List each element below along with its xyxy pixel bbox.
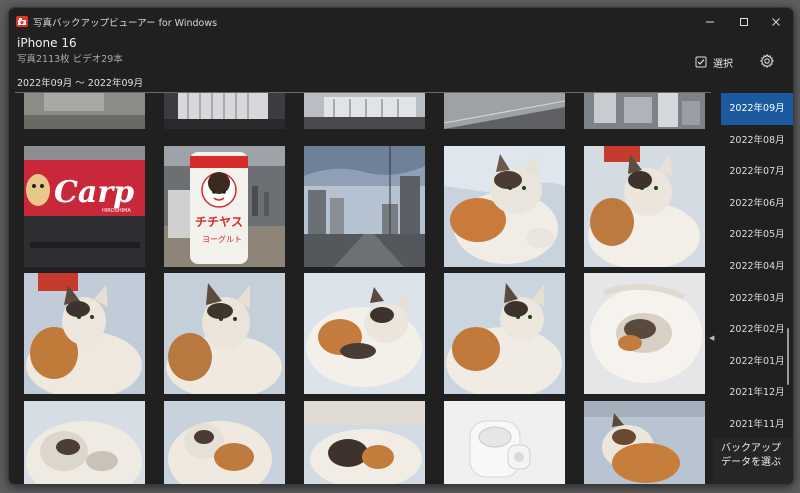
device-stats: 写真2113枚 ビデオ29本 — [17, 54, 123, 65]
gear-icon — [759, 53, 775, 69]
photo-thumbnail[interactable] — [304, 273, 425, 394]
photo-thumbnail[interactable] — [304, 93, 425, 129]
photo-thumbnail[interactable] — [304, 146, 425, 267]
sign-brand-text: Carp — [54, 175, 134, 210]
close-button[interactable] — [759, 8, 793, 36]
photo-thumbnail[interactable] — [164, 273, 285, 394]
date-range: 2022年09月 〜 2022年09月 — [17, 78, 144, 89]
close-icon — [772, 18, 780, 26]
photo-thumbnail[interactable] — [24, 273, 145, 394]
checkbox-icon — [695, 56, 707, 68]
scroll-arrow-icon[interactable]: ◀ — [709, 334, 714, 342]
photo-app-icon — [16, 16, 28, 27]
month-item[interactable]: 2022年04月 — [721, 251, 793, 283]
month-item[interactable]: 2022年05月 — [721, 219, 793, 251]
window-title: 写真バックアップビューアー for Windows — [33, 18, 218, 29]
photo-thumbnail[interactable] — [444, 93, 565, 129]
minimize-icon — [706, 21, 714, 23]
month-item[interactable]: 2021年12月 — [721, 377, 793, 409]
photo-thumbnail[interactable] — [584, 401, 705, 484]
month-item[interactable]: 2021年11月 — [721, 409, 793, 438]
photo-thumbnail[interactable] — [584, 93, 705, 129]
bottle-label-line1: チチヤス — [195, 215, 243, 229]
bottle-label-line2: ヨーグルト — [202, 234, 242, 244]
photo-grid[interactable]: Carp HIROSHIMA チチヤス ヨーグルト — [9, 93, 719, 484]
photo-thumbnail[interactable] — [164, 93, 285, 129]
month-item[interactable]: 2022年02月 — [721, 314, 793, 346]
device-name: iPhone 16 — [17, 36, 77, 50]
select-label: 選択 — [713, 58, 733, 70]
photo-thumbnail[interactable] — [444, 146, 565, 267]
title-bar[interactable]: 写真バックアップビューアー for Windows — [9, 8, 793, 36]
choose-backup-button[interactable]: バックアップデータを選ぶ — [713, 438, 793, 484]
settings-button[interactable] — [759, 53, 775, 69]
photo-thumbnail[interactable] — [24, 93, 145, 129]
photo-thumbnail[interactable]: Carp HIROSHIMA — [24, 146, 145, 267]
month-list[interactable]: 2022年09月 2022年08月 2022年07月 2022年06月 2022年05月… — [721, 93, 793, 438]
photo-thumbnail[interactable] — [584, 273, 705, 394]
month-item[interactable]: 2022年03月 — [721, 283, 793, 315]
photo-thumbnail[interactable] — [584, 146, 705, 267]
month-item[interactable]: 2022年08月 — [721, 125, 793, 157]
maximize-icon — [740, 18, 748, 26]
sign-sub-text: HIROSHIMA — [102, 208, 131, 214]
photo-thumbnail[interactable] — [444, 273, 565, 394]
month-item[interactable]: 2022年06月 — [721, 188, 793, 220]
photo-thumbnail[interactable]: チチヤス ヨーグルト — [164, 146, 285, 267]
minimize-button[interactable] — [693, 8, 727, 36]
month-scrollbar-thumb[interactable] — [787, 328, 789, 385]
month-item[interactable]: 2022年01月 — [721, 346, 793, 378]
photo-thumbnail[interactable] — [164, 401, 285, 484]
select-button[interactable]: 選択 — [695, 54, 733, 70]
photo-thumbnail[interactable] — [304, 401, 425, 484]
photo-thumbnail[interactable] — [24, 401, 145, 484]
month-item[interactable]: 2022年09月 — [721, 93, 793, 125]
photo-thumbnail[interactable] — [444, 401, 565, 484]
app-window: 写真バックアップビューアー for Windows iPhone 16 写真21… — [8, 7, 794, 485]
month-item[interactable]: 2022年07月 — [721, 156, 793, 188]
maximize-button[interactable] — [727, 8, 761, 36]
